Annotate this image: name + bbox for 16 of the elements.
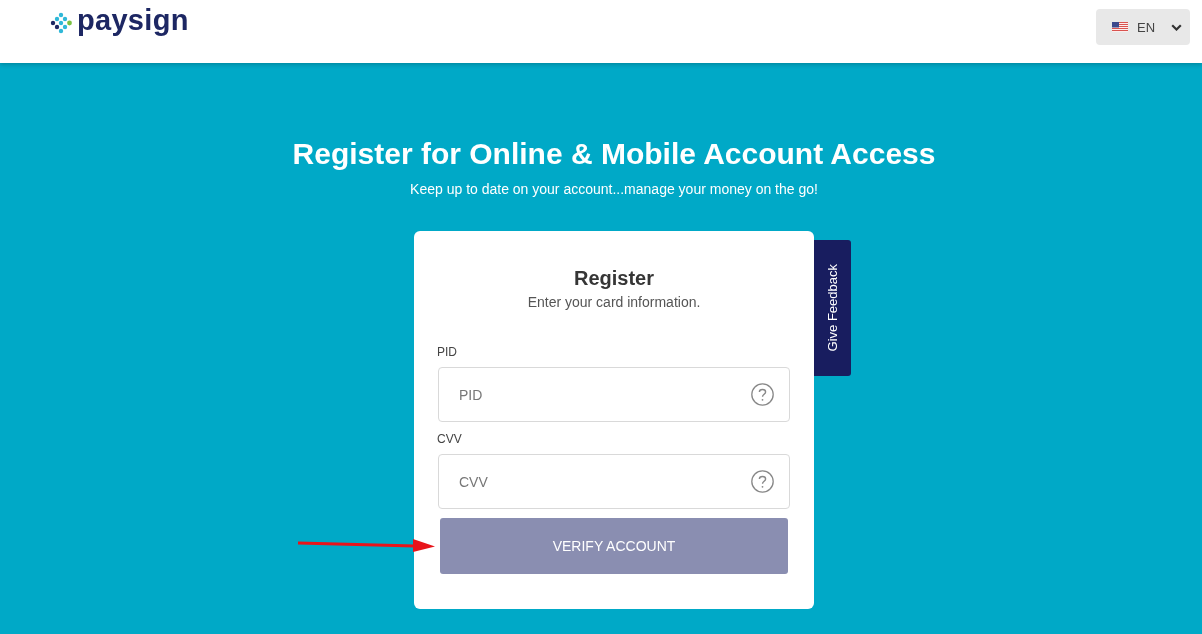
page-title: Register for Online & Mobile Account Access <box>292 136 936 172</box>
logo-wordmark: paysign <box>77 6 189 34</box>
chevron-down-icon <box>1171 23 1183 31</box>
flag-icon <box>1112 22 1128 32</box>
language-selector[interactable]: EN <box>1096 9 1190 45</box>
help-icon[interactable] <box>751 383 774 406</box>
field-label: CVV <box>437 431 462 447</box>
card-subtitle: Enter your card information. <box>526 293 702 312</box>
feedback-tab[interactable]: Give Feedback <box>814 240 851 376</box>
input-field[interactable]: PID <box>438 367 790 422</box>
page-subtitle: Keep up to date on your account...manage your money on the go! <box>410 180 818 199</box>
input-field[interactable]: CVV <box>438 454 790 509</box>
card-title: Register <box>573 266 655 290</box>
field-label: PID <box>437 344 457 360</box>
help-icon[interactable] <box>751 470 774 493</box>
logo-mark-icon <box>50 12 73 34</box>
